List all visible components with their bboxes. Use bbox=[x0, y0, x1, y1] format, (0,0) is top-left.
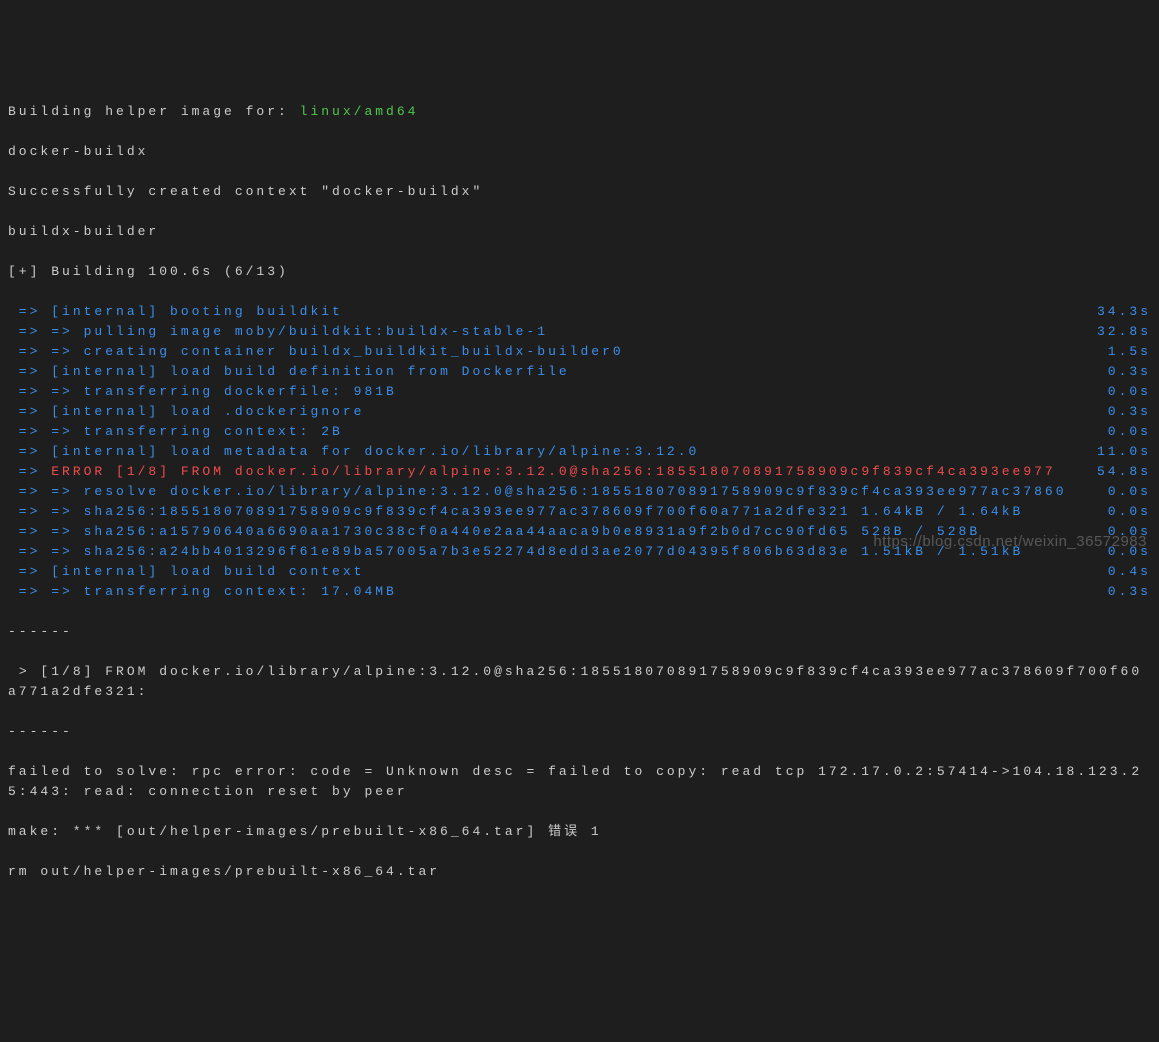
build-step-row: => [internal] load build definition from… bbox=[8, 362, 1151, 382]
error-from-line: > [1/8] FROM docker.io/library/alpine:3.… bbox=[8, 662, 1151, 702]
step-arrow: => => bbox=[8, 544, 84, 559]
step-arrow: => => bbox=[8, 484, 84, 499]
step-arrow: => => bbox=[8, 424, 84, 439]
step-text: [internal] booting buildkit bbox=[51, 304, 343, 319]
step-text: resolve docker.io/library/alpine:3.12.0@… bbox=[84, 484, 1067, 499]
step-time: 1.5s bbox=[1098, 342, 1151, 362]
step-text: [internal] load .dockerignore bbox=[51, 404, 364, 419]
terminal-output: Building helper image for: linux/amd64 d… bbox=[8, 82, 1151, 902]
build-step-row: => => pulling image moby/buildkit:buildx… bbox=[8, 322, 1151, 342]
step-text: creating container buildx_buildkit_build… bbox=[84, 344, 624, 359]
watermark: https://blog.csdn.net/weixin_36572983 bbox=[873, 532, 1147, 552]
step-time: 0.3s bbox=[1098, 362, 1151, 382]
step-arrow: => bbox=[8, 304, 51, 319]
step-time: 0.4s bbox=[1098, 562, 1151, 582]
step-arrow: => bbox=[8, 444, 51, 459]
build-step-row: => [internal] load .dockerignore 0.3s bbox=[8, 402, 1151, 422]
step-arrow: => => bbox=[8, 344, 84, 359]
step-time: 32.8s bbox=[1087, 322, 1151, 342]
step-arrow: => => bbox=[8, 584, 84, 599]
step-arrow: => => bbox=[8, 524, 84, 539]
failed-solve-line: failed to solve: rpc error: code = Unkno… bbox=[8, 762, 1151, 802]
step-arrow: => bbox=[8, 564, 51, 579]
building-progress-line: [+] Building 100.6s (6/13) bbox=[8, 262, 1151, 282]
step-text: sha256:185518070891758909c9f839cf4ca393e… bbox=[84, 504, 1024, 519]
step-time: 0.3s bbox=[1098, 402, 1151, 422]
build-step-row: => ERROR [1/8] FROM docker.io/library/al… bbox=[8, 462, 1151, 482]
rm-line: rm out/helper-images/prebuilt-x86_64.tar bbox=[8, 862, 1151, 882]
step-text: transferring context: 2B bbox=[84, 424, 343, 439]
build-step-row: => => creating container buildx_buildkit… bbox=[8, 342, 1151, 362]
build-header-line: Building helper image for: linux/amd64 bbox=[8, 102, 1151, 122]
step-time: 0.0s bbox=[1098, 502, 1151, 522]
step-time: 11.0s bbox=[1087, 442, 1151, 462]
context-name-line: docker-buildx bbox=[8, 142, 1151, 162]
build-step-row: => => transferring dockerfile: 981B 0.0s bbox=[8, 382, 1151, 402]
build-step-row: => [internal] load build context 0.4s bbox=[8, 562, 1151, 582]
build-steps: => [internal] booting buildkit 34.3s => =… bbox=[8, 302, 1151, 602]
step-arrow: => => bbox=[8, 324, 84, 339]
context-created-line: Successfully created context "docker-bui… bbox=[8, 182, 1151, 202]
step-time: 0.0s bbox=[1098, 482, 1151, 502]
step-time: 0.0s bbox=[1098, 382, 1151, 402]
build-step-row: => => sha256:185518070891758909c9f839cf4… bbox=[8, 502, 1151, 522]
separator: ------ bbox=[8, 622, 1151, 642]
step-time: 54.8s bbox=[1087, 462, 1151, 482]
step-arrow: => bbox=[8, 404, 51, 419]
build-step-row: => [internal] booting buildkit 34.3s bbox=[8, 302, 1151, 322]
separator: ------ bbox=[8, 722, 1151, 742]
step-text: ERROR [1/8] FROM docker.io/library/alpin… bbox=[51, 464, 1056, 479]
step-text: transferring dockerfile: 981B bbox=[84, 384, 397, 399]
builder-name-line: buildx-builder bbox=[8, 222, 1151, 242]
step-text: transferring context: 17.04MB bbox=[84, 584, 397, 599]
step-arrow: => => bbox=[8, 504, 84, 519]
build-step-row: => => transferring context: 17.04MB 0.3s bbox=[8, 582, 1151, 602]
step-arrow: => bbox=[8, 364, 51, 379]
make-error-line: make: *** [out/helper-images/prebuilt-x8… bbox=[8, 822, 1151, 842]
build-step-row: => [internal] load metadata for docker.i… bbox=[8, 442, 1151, 462]
step-text: [internal] load build definition from Do… bbox=[51, 364, 569, 379]
step-text: [internal] load metadata for docker.io/l… bbox=[51, 444, 699, 459]
arch-text: linux/amd64 bbox=[300, 104, 419, 119]
step-text: pulling image moby/buildkit:buildx-stabl… bbox=[84, 324, 548, 339]
step-text: sha256:a15790640a6690aa1730c38cf0a440e2a… bbox=[84, 524, 981, 539]
step-text: [internal] load build context bbox=[51, 564, 364, 579]
step-time: 34.3s bbox=[1087, 302, 1151, 322]
step-arrow: => bbox=[8, 464, 51, 479]
step-arrow: => => bbox=[8, 384, 84, 399]
build-step-row: => => resolve docker.io/library/alpine:3… bbox=[8, 482, 1151, 502]
build-step-row: => => transferring context: 2B 0.0s bbox=[8, 422, 1151, 442]
step-time: 0.3s bbox=[1098, 582, 1151, 602]
step-time: 0.0s bbox=[1098, 422, 1151, 442]
